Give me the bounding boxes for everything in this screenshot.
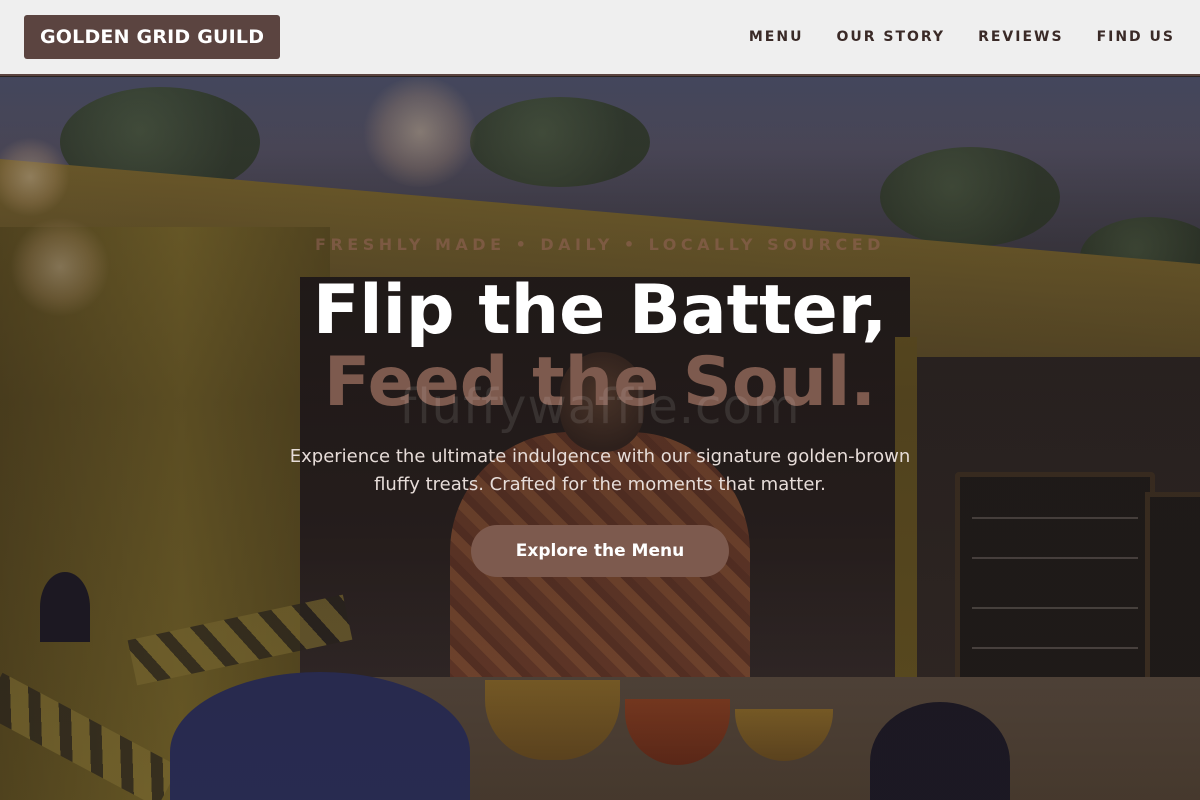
hero-section: FRESHLY MADE • DAILY • LOCALLY SOURCED F… [0, 77, 1200, 800]
nav-link-menu[interactable]: MENU [749, 29, 804, 45]
nav-link-find-us[interactable]: FIND US [1097, 29, 1175, 45]
top-navbar: GOLDEN GRID GUILD MENU OUR STORY REVIEWS… [0, 0, 1200, 76]
brand-logo[interactable]: GOLDEN GRID GUILD [24, 15, 281, 59]
hero-tagline: FRESHLY MADE • DAILY • LOCALLY SOURCED [315, 235, 885, 254]
nav-link-our-story[interactable]: OUR STORY [836, 29, 945, 45]
watermark: fluffywaffle.com [399, 379, 801, 435]
explore-menu-button[interactable]: Explore the Menu [471, 525, 729, 577]
hero-subtext: Experience the ultimate indulgence with … [289, 446, 911, 495]
hero-headline-line-1: Flip the Batter, [312, 271, 888, 350]
hero-content: FRESHLY MADE • DAILY • LOCALLY SOURCED F… [0, 77, 1200, 800]
nav-links: MENU OUR STORY REVIEWS FIND US [749, 29, 1176, 45]
nav-link-reviews[interactable]: REVIEWS [978, 29, 1063, 45]
